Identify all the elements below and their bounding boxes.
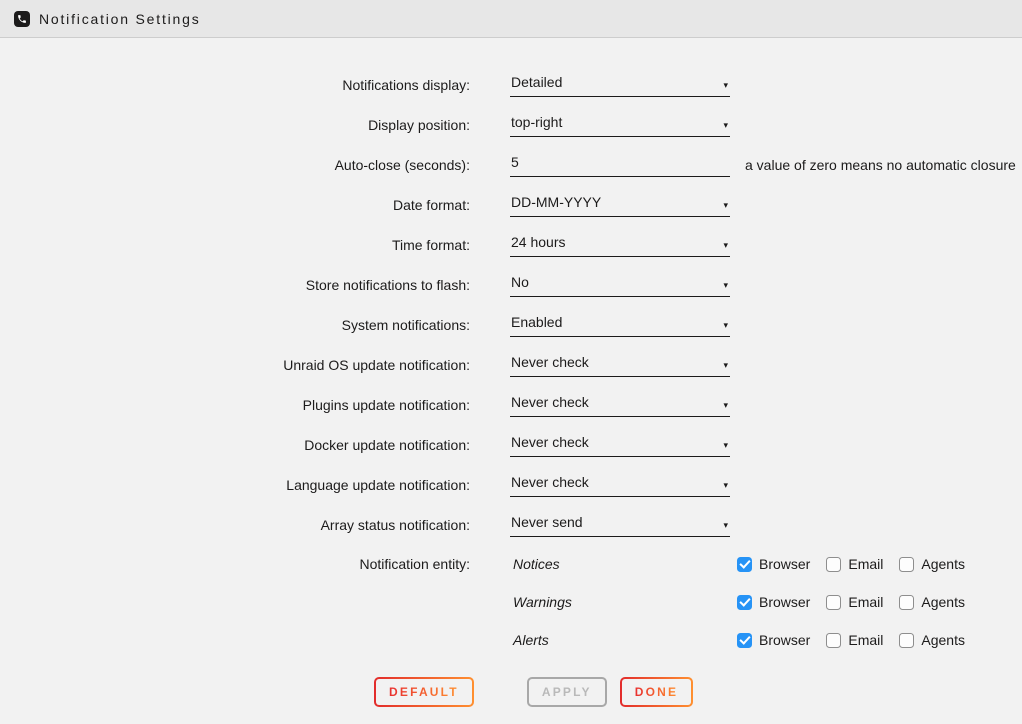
notices-email-option[interactable]: Email [826, 556, 883, 572]
done-button[interactable]: DONE [620, 677, 693, 707]
checkbox-label: Email [848, 632, 883, 648]
field-label: Display position: [0, 117, 470, 133]
form-row: Time format: 24 hours ▾ [0, 225, 1022, 265]
form-row: Display position: top-right ▾ [0, 105, 1022, 145]
apply-button[interactable]: APPLY [527, 677, 607, 707]
warnings-agents-option[interactable]: Agents [899, 594, 965, 610]
entity-row-alerts: Alerts Browser Email Agents [0, 621, 1022, 659]
warnings-browser-checkbox[interactable] [737, 595, 752, 610]
system-notifications-select[interactable]: Enabled [510, 314, 730, 336]
auto-close-input[interactable] [510, 154, 730, 177]
checkbox-label: Browser [759, 556, 810, 572]
notices-agents-option[interactable]: Agents [899, 556, 965, 572]
form-row: Auto-close (seconds): a value of zero me… [0, 145, 1022, 185]
notices-browser-checkbox[interactable] [737, 557, 752, 572]
field-label: Docker update notification: [0, 437, 470, 453]
button-row: DEFAULT APPLY DONE [374, 677, 1022, 707]
warnings-agents-checkbox[interactable] [899, 595, 914, 610]
notices-browser-option[interactable]: Browser [737, 556, 810, 572]
store-notifications-to-flash-select[interactable]: No [510, 274, 730, 296]
field-label: Date format: [0, 197, 470, 213]
field-label: Unraid OS update notification: [0, 357, 470, 373]
alerts-agents-checkbox[interactable] [899, 633, 914, 648]
warnings-email-option[interactable]: Email [826, 594, 883, 610]
field-label: Language update notification: [0, 477, 470, 493]
field-note: a value of zero means no automatic closu… [745, 157, 1016, 173]
notification-settings-form: Notifications display: Detailed ▾ Displa… [0, 38, 1022, 707]
alerts-browser-option[interactable]: Browser [737, 632, 810, 648]
entity-name: Alerts [510, 632, 737, 648]
form-row: Array status notification: Never send ▾ [0, 505, 1022, 545]
checkbox-label: Browser [759, 632, 810, 648]
default-button[interactable]: DEFAULT [374, 677, 474, 707]
phone-notification-icon [14, 11, 30, 27]
notices-email-checkbox[interactable] [826, 557, 841, 572]
field-label: Array status notification: [0, 517, 470, 533]
alerts-browser-checkbox[interactable] [737, 633, 752, 648]
checkbox-label: Email [848, 594, 883, 610]
notifications-display-select[interactable]: Detailed [510, 74, 730, 96]
checkbox-label: Browser [759, 594, 810, 610]
entity-row-notices: Notification entity: Notices Browser Ema… [0, 545, 1022, 583]
form-row: Plugins update notification: Never check… [0, 385, 1022, 425]
docker-update-notification-select[interactable]: Never check [510, 434, 730, 456]
alerts-email-checkbox[interactable] [826, 633, 841, 648]
form-row: Store notifications to flash: No ▾ [0, 265, 1022, 305]
page-header: Notification Settings [0, 0, 1022, 38]
checkbox-label: Email [848, 556, 883, 572]
field-label: System notifications: [0, 317, 470, 333]
entity-name: Notices [510, 556, 737, 572]
form-row: System notifications: Enabled ▾ [0, 305, 1022, 345]
entity-row-warnings: Warnings Browser Email Agents [0, 583, 1022, 621]
form-row: Notifications display: Detailed ▾ [0, 65, 1022, 105]
language-update-notification-select[interactable]: Never check [510, 474, 730, 496]
date-format-select[interactable]: DD-MM-YYYY [510, 194, 730, 216]
field-label: Store notifications to flash: [0, 277, 470, 293]
form-row: Language update notification: Never chec… [0, 465, 1022, 505]
checkbox-label: Agents [921, 594, 965, 610]
plugins-update-notification-select[interactable]: Never check [510, 394, 730, 416]
form-row: Unraid OS update notification: Never che… [0, 345, 1022, 385]
entity-name: Warnings [510, 594, 737, 610]
form-row: Docker update notification: Never check … [0, 425, 1022, 465]
field-label: Plugins update notification: [0, 397, 470, 413]
checkbox-label: Agents [921, 632, 965, 648]
time-format-select[interactable]: 24 hours [510, 234, 730, 256]
form-row: Date format: DD-MM-YYYY ▾ [0, 185, 1022, 225]
field-label: Notification entity: [0, 556, 470, 572]
warnings-browser-option[interactable]: Browser [737, 594, 810, 610]
array-status-notification-select[interactable]: Never send [510, 514, 730, 536]
unraid-os-update-notification-select[interactable]: Never check [510, 354, 730, 376]
display-position-select[interactable]: top-right [510, 114, 730, 136]
checkbox-label: Agents [921, 556, 965, 572]
alerts-email-option[interactable]: Email [826, 632, 883, 648]
field-label: Notifications display: [0, 77, 470, 93]
notices-agents-checkbox[interactable] [899, 557, 914, 572]
field-label: Time format: [0, 237, 470, 253]
warnings-email-checkbox[interactable] [826, 595, 841, 610]
page-title: Notification Settings [39, 11, 201, 27]
alerts-agents-option[interactable]: Agents [899, 632, 965, 648]
field-label: Auto-close (seconds): [0, 157, 470, 173]
